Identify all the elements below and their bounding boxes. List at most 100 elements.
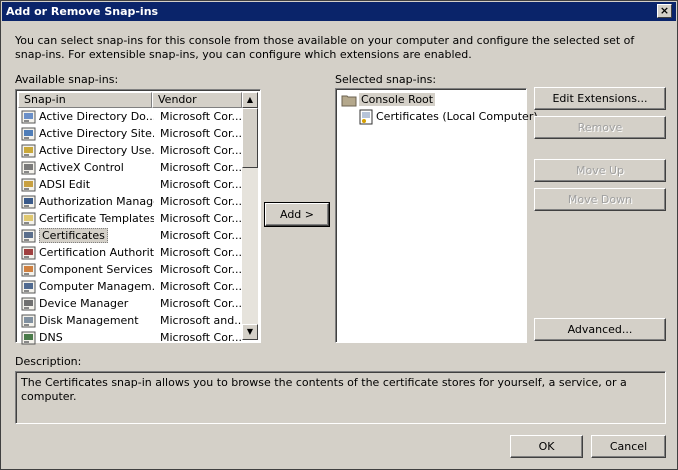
snapin-vendor: Microsoft Cor...	[160, 246, 242, 259]
certification-authority-icon	[21, 245, 37, 261]
available-snapins-list[interactable]: Snap-in Vendor Active Directory Do... Mic…	[15, 89, 261, 346]
snapin-name-cell: Computer Managem...	[18, 279, 154, 295]
move-up-label: Move Up	[575, 164, 625, 177]
description-text: The Certificates snap-in allows you to b…	[21, 376, 627, 403]
list-item[interactable]: Disk Management Microsoft and...	[18, 312, 242, 329]
snapin-vendor: Microsoft Cor...	[160, 280, 242, 293]
certificates-icon	[358, 109, 374, 125]
column-header-vendor[interactable]: Vendor	[152, 92, 242, 108]
list-header: Snap-in Vendor	[18, 92, 242, 108]
snapin-name-cell: Disk Management	[18, 313, 154, 329]
scroll-up-button[interactable]: ▲	[242, 92, 258, 108]
ok-label: OK	[538, 440, 555, 453]
adsi-edit-icon	[21, 177, 37, 193]
snapin-name-cell: Certificates	[18, 228, 154, 244]
remove-button[interactable]: Remove	[534, 116, 666, 139]
edit-extensions-button[interactable]: Edit Extensions...	[534, 87, 666, 110]
scroll-down-button[interactable]: ▼	[242, 324, 258, 340]
list-item[interactable]: Device Manager Microsoft Cor...	[18, 295, 242, 312]
tree-item-label: Console Root	[359, 93, 436, 106]
snapin-name: Certification Authority	[39, 246, 154, 259]
snapin-name: Active Directory Site...	[39, 127, 154, 140]
list-item[interactable]: ActiveX Control Microsoft Cor...	[18, 159, 242, 176]
folder-icon	[341, 92, 357, 108]
close-button[interactable]: ×	[657, 4, 672, 18]
computer-management-icon	[21, 279, 37, 295]
list-item[interactable]: Active Directory Site... Microsoft Cor...	[18, 125, 242, 142]
ok-button[interactable]: OK	[510, 435, 583, 458]
certificate-templates-icon	[21, 211, 37, 227]
component-services-icon	[21, 262, 37, 278]
add-remove-snapins-dialog: Add or Remove Snap-ins × You can select …	[0, 0, 678, 470]
available-snapins-label: Available snap-ins:	[15, 73, 119, 86]
snapin-name-cell: Authorization Manager	[18, 194, 154, 210]
snapin-vendor: Microsoft and...	[160, 314, 242, 327]
advanced-button[interactable]: Advanced...	[534, 318, 666, 341]
available-snapins-rows: Active Directory Do... Microsoft Cor... Ac…	[18, 108, 242, 346]
move-up-button[interactable]: Move Up	[534, 159, 666, 182]
snapin-vendor: Microsoft Cor...	[160, 161, 242, 174]
move-down-label: Move Down	[567, 193, 633, 206]
snapin-vendor: Microsoft Cor...	[160, 144, 242, 157]
snapin-name: Computer Managem...	[39, 280, 154, 293]
list-item[interactable]: DNS Microsoft Cor...	[18, 329, 242, 346]
snapin-vendor: Microsoft Cor...	[160, 331, 242, 344]
snapin-name: Authorization Manager	[39, 195, 154, 208]
list-item[interactable]: Certificate Templates Microsoft Cor...	[18, 210, 242, 227]
intro-text: You can select snap-ins for this console…	[15, 34, 635, 61]
scroll-thumb[interactable]	[242, 108, 258, 168]
snapin-name: Component Services	[39, 263, 153, 276]
snapin-name-cell: DNS	[18, 330, 154, 346]
snapin-name-cell: Certification Authority	[18, 245, 154, 261]
activex-icon	[21, 160, 37, 176]
column-header-snapin[interactable]: Snap-in	[18, 92, 152, 108]
list-item[interactable]: Active Directory Do... Microsoft Cor...	[18, 108, 242, 125]
move-down-button[interactable]: Move Down	[534, 188, 666, 211]
add-button[interactable]: Add >	[264, 202, 330, 227]
list-item[interactable]: Certification Authority Microsoft Cor...	[18, 244, 242, 261]
tree-item-label: Certificates (Local Computer)	[376, 110, 538, 123]
snapin-vendor: Microsoft Cor...	[160, 127, 242, 140]
vertical-scrollbar[interactable]: ▲ ▼	[242, 92, 258, 340]
snapin-name: Device Manager	[39, 297, 129, 310]
snapin-name: DNS	[39, 331, 63, 344]
snapin-name-cell: Certificate Templates	[18, 211, 154, 227]
snapin-name-cell: Active Directory Do...	[18, 109, 154, 125]
snapin-vendor: Microsoft Cor...	[160, 110, 242, 123]
list-item[interactable]: Certificates Microsoft Cor...	[18, 227, 242, 244]
snapin-vendor: Microsoft Cor...	[160, 212, 242, 225]
description-box: The Certificates snap-in allows you to b…	[15, 371, 666, 424]
window-title: Add or Remove Snap-ins	[6, 5, 159, 18]
authorization-manager-icon	[21, 194, 37, 210]
cancel-button[interactable]: Cancel	[591, 435, 666, 458]
list-item[interactable]: ADSI Edit Microsoft Cor...	[18, 176, 242, 193]
snapin-name-cell: Device Manager	[18, 296, 154, 312]
list-item[interactable]: Component Services Microsoft Cor...	[18, 261, 242, 278]
certificates-icon	[21, 228, 37, 244]
device-manager-icon	[21, 296, 37, 312]
list-item[interactable]: Authorization Manager Microsoft Cor...	[18, 193, 242, 210]
edit-extensions-label: Edit Extensions...	[552, 92, 648, 105]
snapin-name-cell: Active Directory Use...	[18, 143, 154, 159]
remove-label: Remove	[577, 121, 623, 134]
tree-item-console-root[interactable]: Console Root	[341, 91, 436, 108]
snapin-name: Active Directory Use...	[39, 144, 154, 157]
snapin-name: ADSI Edit	[39, 178, 91, 191]
snapin-name: Disk Management	[39, 314, 139, 327]
snapin-name: Certificate Templates	[39, 212, 154, 225]
active-directory-domains-icon	[21, 109, 37, 125]
active-directory-users-icon	[21, 143, 37, 159]
selected-snapins-tree[interactable]: Console Root Certificates (Local Compute…	[335, 88, 538, 343]
snapin-name: Certificates	[39, 228, 108, 243]
snapin-vendor: Microsoft Cor...	[160, 297, 242, 310]
list-item[interactable]: Active Directory Use... Microsoft Cor...	[18, 142, 242, 159]
snapin-name-cell: Component Services	[18, 262, 154, 278]
dns-icon	[21, 330, 37, 346]
snapin-name-cell: ActiveX Control	[18, 160, 154, 176]
snapin-name-cell: Active Directory Site...	[18, 126, 154, 142]
tree-item-certificates-local[interactable]: Certificates (Local Computer)	[358, 108, 538, 125]
list-item[interactable]: Computer Managem... Microsoft Cor...	[18, 278, 242, 295]
snapin-name: Active Directory Do...	[39, 110, 154, 123]
title-bar[interactable]: Add or Remove Snap-ins ×	[2, 2, 676, 21]
disk-management-icon	[21, 313, 37, 329]
